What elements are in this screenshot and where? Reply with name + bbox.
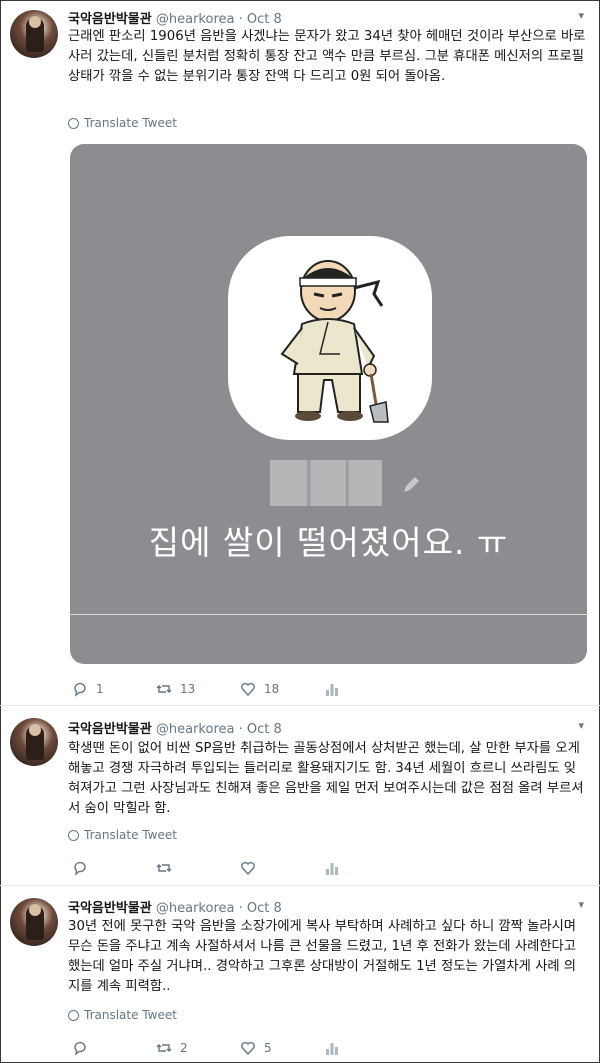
display-name[interactable]: 국악음반박물관 [68,901,152,916]
display-name[interactable]: 국악음반박물관 [68,722,152,737]
media-divider [70,614,587,615]
tweet-header: 국악음반박물관 @hearkorea · Oct 8 [68,897,282,916]
chevron-down-icon[interactable]: ▾ [578,719,584,732]
reply-icon [74,1041,86,1056]
display-name[interactable]: 국악음반박물관 [68,12,152,27]
analytics-button[interactable] [324,860,408,876]
retweet-count: 13 [180,682,196,696]
chevron-down-icon[interactable]: ▾ [578,9,584,22]
tweet-date[interactable]: Oct 8 [247,12,282,27]
reply-button[interactable] [72,860,156,876]
reply-button[interactable]: 1 [72,681,156,697]
user-handle[interactable]: @hearkorea [156,722,235,737]
heart-icon [241,861,255,876]
translate-label: Translate Tweet [84,1008,177,1022]
chevron-down-icon[interactable]: ▾ [578,898,584,911]
retweet-count: 2 [180,1041,188,1055]
analytics-button[interactable] [324,681,408,697]
tweet-date[interactable]: Oct 8 [247,901,282,916]
tweet-header: 국악음반박물관 @hearkorea · Oct 8 [68,718,282,737]
tweet-text: 30년 전에 못구한 국악 음반을 소장가에게 복사 부탁하며 사례하고 싶다 … [68,919,577,994]
analytics-icon [326,863,338,875]
tweet[interactable]: 국악음반박물관 @hearkorea · Oct 8 ▾ 30년 전에 못구한 … [0,886,600,1062]
separator-dot: · [238,901,243,916]
like-button[interactable]: 5 [240,1040,324,1056]
globe-icon [68,117,79,129]
avatar[interactable] [10,10,58,58]
retweet-icon [156,1044,172,1052]
tweet-actions [72,860,408,876]
reply-count: 1 [96,682,104,696]
translate-label: Translate Tweet [84,116,177,130]
globe-icon [68,829,79,841]
retweet-icon [156,685,172,693]
blurred-profile-name [270,460,382,506]
separator-dot: · [238,12,243,27]
user-handle[interactable]: @hearkorea [156,12,235,27]
analytics-button[interactable] [324,1040,408,1056]
tweet-media-image[interactable]: 집에 쌀이 떨어졌어요. ㅠ [70,144,587,664]
translate-label: Translate Tweet [84,828,177,842]
heart-icon [241,1041,255,1056]
retweet-icon [156,864,172,872]
retweet-button[interactable]: 2 [156,1040,240,1056]
like-count: 5 [264,1041,272,1055]
avatar[interactable] [10,898,58,946]
like-count: 18 [264,682,280,696]
tweet-actions: 1 13 18 [72,681,408,697]
separator-dot: · [238,722,243,737]
cartoon-character-sticker [280,260,389,423]
translate-tweet-link[interactable]: Translate Tweet [68,828,177,842]
analytics-icon [326,684,338,696]
tweet-date[interactable]: Oct 8 [247,722,282,737]
tweet-actions: 2 5 [72,1040,408,1056]
tweet-text: 근래엔 판소리 1906년 음반을 사겠냐는 문자가 왔고 34년 찾아 헤매던… [68,29,586,84]
tweet[interactable]: 국악음반박물관 @hearkorea · Oct 8 ▾ 근래엔 판소리 190… [0,0,600,705]
tweet-header: 국악음반박물관 @hearkorea · Oct 8 [68,8,282,27]
translate-tweet-link[interactable]: Translate Tweet [68,1008,177,1022]
like-button[interactable] [240,860,324,876]
reply-button[interactable] [72,1040,156,1056]
reply-icon [74,861,86,876]
avatar[interactable] [10,718,58,766]
analytics-icon [326,1043,338,1055]
retweet-button[interactable]: 13 [156,681,240,697]
user-handle[interactable]: @hearkorea [156,901,235,916]
media-caption: 집에 쌀이 떨어졌어요. ㅠ [148,523,509,562]
globe-icon [68,1009,79,1021]
tweet[interactable]: 국악음반박물관 @hearkorea · Oct 8 ▾ 학생땐 돈이 없어 비… [0,706,600,885]
heart-icon [241,682,255,697]
tweet-text: 학생땐 돈이 없어 비싼 SP음반 취급하는 골동상점에서 상처받곤 했는데, … [68,741,584,816]
reply-icon [74,682,86,697]
like-button[interactable]: 18 [240,681,324,697]
retweet-button[interactable] [156,860,240,876]
pencil-icon [404,477,419,492]
translate-tweet-link[interactable]: Translate Tweet [68,116,177,130]
